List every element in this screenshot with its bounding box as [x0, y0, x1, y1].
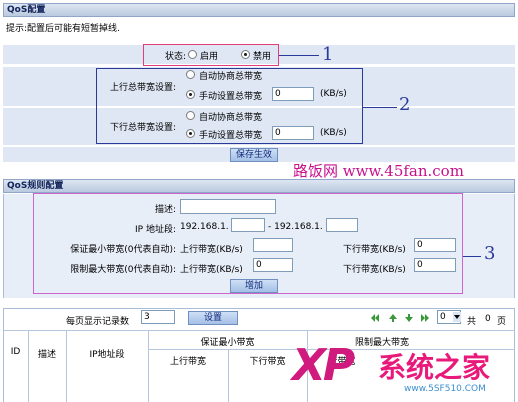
callout-box-1 — [143, 44, 279, 66]
xp-logo-watermark: XP 系统之家 www.5SF510.COM — [292, 340, 518, 402]
prev-page-icon[interactable] — [388, 313, 398, 323]
watermark-text: 路饭网 www.45fan.com — [293, 162, 464, 180]
qos-tip: 提示:配置后可能有短暂掉线. — [6, 24, 120, 34]
per-page-label: 每页显示记录数 — [66, 317, 130, 327]
table-top-line — [3, 330, 515, 331]
per-page-input[interactable]: 3 — [141, 310, 175, 324]
save-apply-button[interactable]: 保存生效 — [230, 148, 278, 162]
xp-logo-url: www.5SF510.COM — [404, 384, 486, 394]
callout-number-2: 2 — [399, 94, 411, 115]
total-suffix: 页 — [497, 317, 507, 327]
callout-line-3 — [463, 256, 481, 257]
total-value: 0 — [485, 314, 491, 324]
callout-number-1: 1 — [322, 44, 334, 65]
qos-rules-header: QoS规则配置 — [3, 179, 515, 193]
col-desc: 描述 — [37, 350, 56, 360]
callout-box-2 — [96, 68, 363, 144]
xp-logo-title: 系统之家 — [378, 351, 491, 384]
qos-config-header: QoS配置 — [3, 3, 515, 17]
total-prefix: 共 — [467, 317, 477, 327]
next-page-icon[interactable] — [404, 313, 414, 323]
col-min-up: 上行带宽 — [169, 357, 206, 367]
per-page-set-button[interactable]: 设置 — [188, 311, 238, 325]
last-page-icon[interactable] — [420, 313, 430, 323]
col-divider-2 — [66, 330, 67, 402]
xp-logo-mark: XP — [292, 340, 355, 391]
callout-box-3 — [33, 193, 463, 294]
callout-line-1 — [279, 55, 319, 56]
col-min-bandwidth: 保证最小带宽 — [200, 338, 255, 348]
first-page-icon[interactable] — [370, 313, 380, 323]
col-divider-1 — [28, 330, 29, 402]
callout-line-2 — [363, 107, 397, 108]
callout-number-3: 3 — [484, 243, 496, 264]
col-ip: IP地址段 — [89, 350, 125, 360]
chevron-down-icon[interactable] — [453, 312, 461, 322]
col-id: ID — [10, 347, 21, 357]
